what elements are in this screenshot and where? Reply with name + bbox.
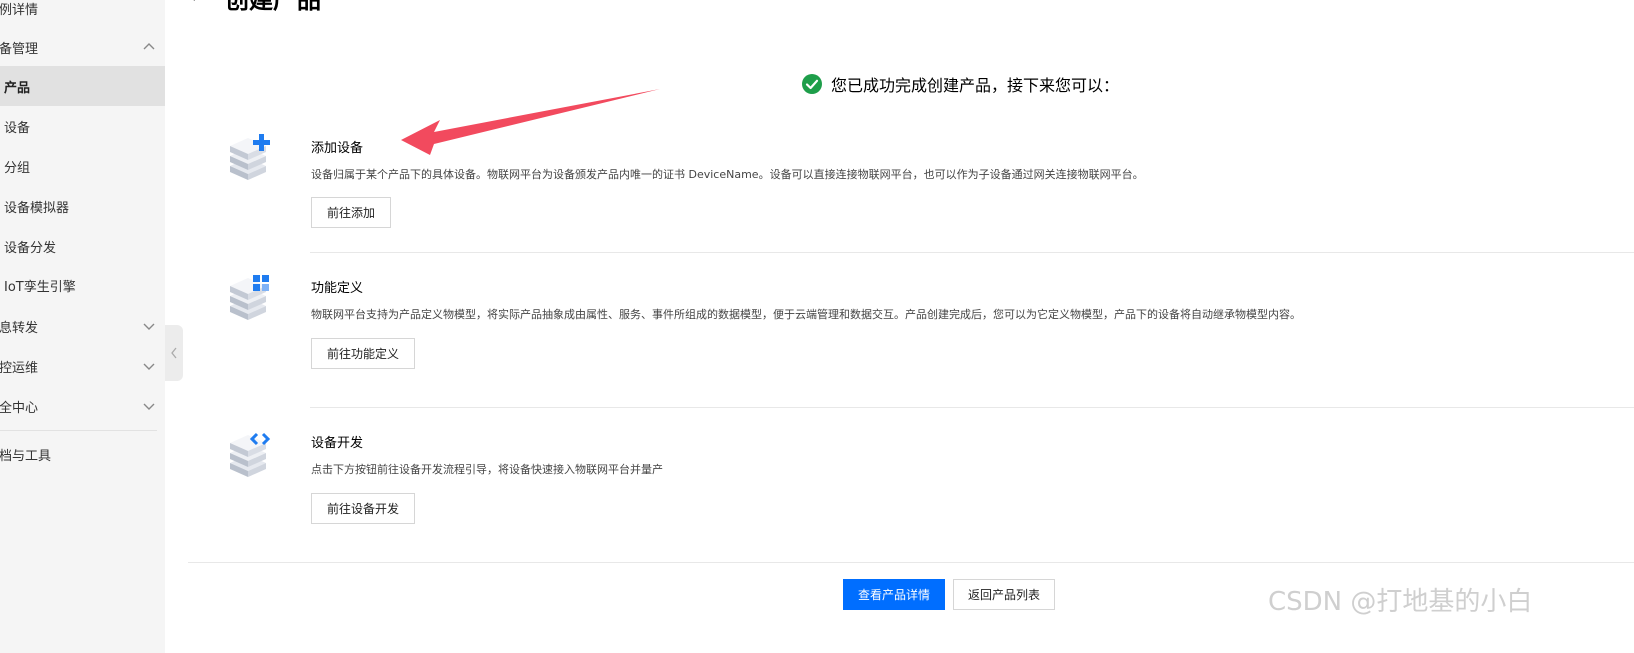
section-title: 功能定义 [311, 281, 364, 296]
sidebar-item-label: 设备模拟器 [4, 200, 70, 216]
success-check-icon [802, 74, 822, 94]
sidebar-item-label: 设备分发 [4, 240, 57, 256]
device-development-icon [230, 432, 271, 477]
sidebar-item-device-simulator[interactable]: 设备模拟器 [0, 186, 165, 226]
success-message: 您已成功完成创建产品，接下来您可以： [802, 72, 1119, 96]
sidebar-item-security-center[interactable]: 全中心 [0, 386, 165, 426]
section-description: 物联网平台支持为产品定义物模型，将实际产品抽象成由属性、服务、事件所组成的数据模… [311, 308, 1301, 321]
sidebar-item-monitoring-ops[interactable]: 控运维 [0, 346, 165, 386]
section-title: 添加设备 [311, 141, 364, 156]
sidebar-item-label: 分组 [4, 160, 31, 176]
go-add-device-button[interactable]: 前往添加 [311, 197, 392, 228]
chevron-down-icon [143, 323, 155, 330]
chevron-up-icon [143, 43, 155, 50]
sidebar-item-instance-details[interactable]: 例详情 [0, 0, 165, 28]
sidebar-item-group[interactable]: 分组 [0, 146, 165, 186]
section-add-device: 添加设备 设备归属于某个产品下的具体设备。物联网平台为设备颁发产品内唯一的证书 … [188, 130, 1634, 240]
page-title: 创建产品 [225, 0, 321, 14]
view-product-details-button[interactable]: 查看产品详情 [843, 579, 945, 610]
sidebar-item-label: 备管理 [0, 41, 39, 57]
chevron-left-icon [171, 347, 177, 359]
success-text: 您已成功完成创建产品，接下来您可以： [831, 76, 1120, 95]
sidebar-item-docs-tools[interactable]: 档与工具 [0, 434, 165, 474]
sidebar-item-label: 产品 [4, 80, 31, 96]
back-to-product-list-button[interactable]: 返回产品列表 [953, 579, 1055, 610]
divider [310, 407, 1634, 408]
section-description: 设备归属于某个产品下的具体设备。物联网平台为设备颁发产品内唯一的证书 Devic… [311, 168, 1144, 181]
sidebar-item-label: 息转发 [0, 320, 39, 336]
sidebar-collapse-handle[interactable] [165, 325, 183, 381]
sidebar-divider [0, 430, 157, 431]
section-function-definition: 功能定义 物联网平台支持为产品定义物模型，将实际产品抽象成由属性、服务、事件所组… [188, 270, 1634, 380]
chevron-down-icon [143, 363, 155, 370]
divider [188, 562, 1634, 563]
sidebar-item-label: 全中心 [0, 400, 39, 416]
sidebar-item-label: 档与工具 [0, 448, 52, 464]
sidebar-item-device-distribution[interactable]: 设备分发 [0, 226, 165, 266]
sidebar-item-message-forwarding[interactable]: 息转发 [0, 306, 165, 346]
section-title: 设备开发 [311, 436, 364, 451]
go-function-definition-button[interactable]: 前往功能定义 [311, 338, 416, 369]
section-description: 点击下方按钮前往设备开发流程引导，将设备快速接入物联网平台并量产 [311, 463, 663, 476]
function-definition-icon [230, 275, 269, 320]
sidebar-item-product[interactable]: 产品 [0, 66, 165, 106]
watermark: CSDN @打地基的小白 [1268, 587, 1533, 617]
sidebar-item-label: IoT孪生引擎 [4, 279, 76, 295]
sidebar-item-device-management[interactable]: 备管理 [0, 27, 165, 67]
back-arrow-icon[interactable] [186, 0, 208, 6]
divider [310, 252, 1634, 253]
sidebar-item-label: 例详情 [0, 2, 39, 18]
sidebar: 例详情 备管理 产品 设备 分组 设备模拟器 设备分发 IoT孪生引擎 息转发 … [0, 0, 165, 653]
section-device-development: 设备开发 点击下方按钮前往设备开发流程引导，将设备快速接入物联网平台并量产 前往… [188, 425, 1634, 535]
chevron-down-icon [143, 403, 155, 410]
sidebar-item-device[interactable]: 设备 [0, 106, 165, 146]
add-device-icon [230, 134, 270, 180]
sidebar-item-iot-twin-engine[interactable]: IoT孪生引擎 [0, 265, 165, 305]
go-device-development-button[interactable]: 前往设备开发 [311, 493, 416, 524]
sidebar-item-label: 设备 [4, 120, 31, 136]
sidebar-item-label: 控运维 [0, 360, 39, 376]
